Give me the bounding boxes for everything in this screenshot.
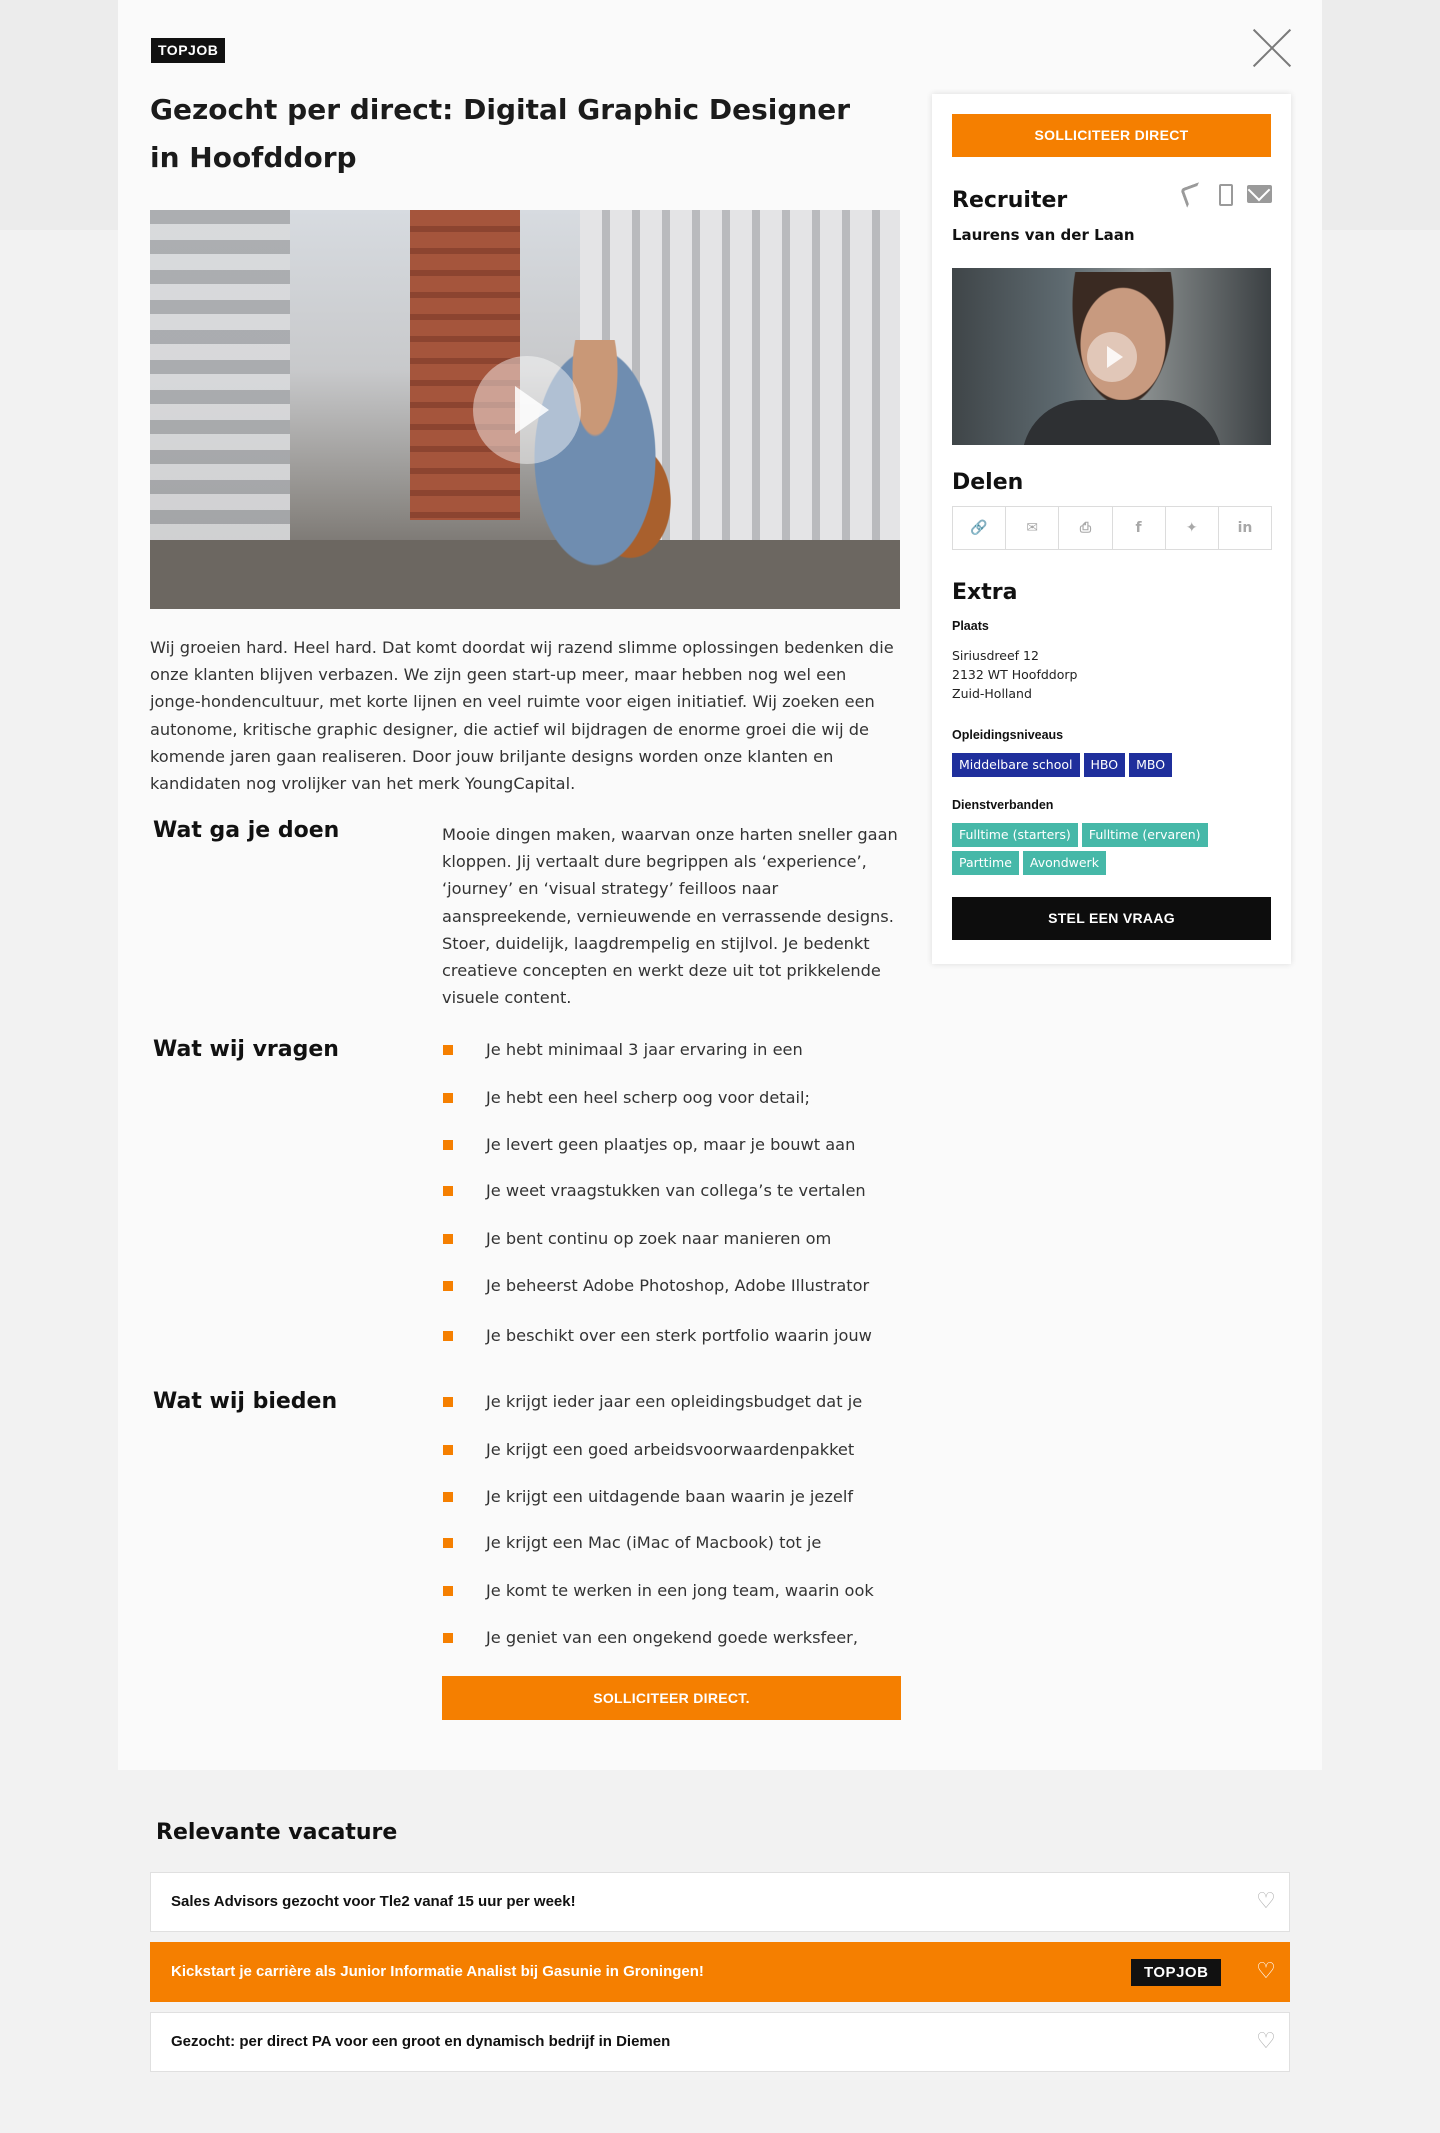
employment-tag: Fulltime (ervaren) [1081, 823, 1208, 847]
list-item: Je bent continu op zoek naar manieren om [442, 1227, 912, 1251]
list-item: Je krijgt een goed arbeidsvoorwaardenpak… [442, 1438, 912, 1462]
link-icon[interactable]: 🔗 [953, 507, 1005, 549]
related-job-item[interactable]: Gezocht: per direct PA voor een groot en… [150, 2012, 1290, 2072]
job-intro: Wij groeien hard. Heel hard. Dat komt do… [150, 638, 894, 794]
list-item: Je beheerst Adobe Photoshop, Adobe Illus… [442, 1274, 912, 1298]
share-buttons: 🔗 ✉ ⎙ f ✦ in [952, 506, 1272, 550]
list-item: Je krijgt een uitdagende baan waarin je … [442, 1485, 912, 1509]
recruiter-video[interactable] [952, 268, 1271, 445]
dienst-tags: Fulltime (starters) Fulltime (ervaren) P… [952, 823, 1272, 875]
mail-icon[interactable]: ✉ [1005, 507, 1058, 549]
related-job-item[interactable]: Sales Advisors gezocht voor Tle2 vanaf 1… [150, 1872, 1290, 1932]
dienst-label: Dienstverbanden [952, 798, 1054, 812]
education-tag: HBO [1083, 753, 1126, 777]
employment-tag: Fulltime (starters) [952, 823, 1078, 847]
heart-icon[interactable]: ♡ [1254, 1960, 1278, 1984]
apply-button-bottom[interactable]: SOLLICITEER DIRECT. [442, 1676, 901, 1720]
list-item: Je weet vraagstukken van collega’s te ve… [442, 1179, 912, 1203]
phone-icon[interactable] [1180, 182, 1202, 206]
list-item: Je geniet van een ongekend goede werksfe… [442, 1626, 912, 1650]
mobile-icon[interactable] [1218, 182, 1233, 206]
education-tag: MBO [1129, 753, 1173, 777]
list-item: Je levert geen plaatjes op, maar je bouw… [442, 1133, 912, 1157]
close-icon[interactable] [1252, 28, 1292, 68]
list-item: Je beschikt over een sterk portfolio waa… [442, 1324, 912, 1348]
benefits-list: Je krijgt ieder jaar een opleidingsbudge… [442, 1390, 912, 1650]
related-job-title: Gezocht: per direct PA voor een groot en… [171, 2033, 671, 2050]
opleiding-label: Opleidingsniveaus [952, 728, 1064, 742]
play-icon[interactable] [1087, 332, 1137, 382]
section-heading-bieden: Wat wij bieden [153, 1389, 338, 1414]
heart-icon[interactable]: ♡ [1254, 2030, 1278, 2054]
facebook-icon[interactable]: f [1111, 507, 1165, 549]
employment-tag: Avondwerk [1022, 851, 1106, 875]
heart-icon[interactable]: ♡ [1254, 1890, 1278, 1914]
job-video[interactable] [150, 210, 900, 609]
mail-icon[interactable] [1247, 182, 1272, 204]
employment-tag: Parttime [952, 851, 1019, 875]
list-item: Je hebt minimaal 3 jaar ervaring in een [442, 1038, 912, 1062]
related-job-title: Kickstart je carrière als Junior Informa… [171, 1963, 704, 1980]
requirements-list: Je hebt minimaal 3 jaar ervaring in een … [442, 1038, 912, 1348]
job-sidebar: SOLLICITEER DIRECT Recruiter Laurens van… [932, 94, 1291, 964]
list-item: Je komt te werken in een jong team, waar… [442, 1579, 912, 1603]
twitter-icon[interactable]: ✦ [1164, 507, 1218, 549]
address-street: Siriusdreef 12 [952, 648, 1039, 663]
list-item: Je krijgt een Mac (iMac of Macbook) tot … [442, 1531, 912, 1555]
address: Siriusdreef 12 2132 WT Hoofddorp Zuid-Ho… [952, 646, 1077, 703]
print-icon[interactable]: ⎙ [1058, 507, 1111, 549]
related-job-item[interactable]: Kickstart je carrière als Junior Informa… [150, 1942, 1290, 2002]
recruiter-heading: Recruiter [952, 188, 1068, 213]
recruiter-name: Laurens van der Laan [952, 226, 1135, 244]
related-jobs: Relevante vacature Sales Advisors gezoch… [0, 1770, 1440, 2133]
opleiding-tags: Middelbare school HBO MBO [952, 753, 1272, 777]
contact-icons [1180, 182, 1272, 208]
list-item: Je hebt een heel scherp oog voor detail; [442, 1086, 912, 1110]
recruiter-shoulders [1022, 400, 1222, 445]
ask-question-button[interactable]: STEL EEN VRAAG [952, 897, 1271, 940]
section-heading-doen: Wat ga je doen [153, 818, 340, 843]
section-text-doen: Mooie dingen maken, waarvan onze harten … [442, 825, 898, 1008]
apply-button-top[interactable]: SOLLICITEER DIRECT [952, 114, 1271, 157]
list-item: Je krijgt ieder jaar een opleidingsbudge… [442, 1390, 912, 1414]
share-heading: Delen [952, 470, 1024, 495]
related-title: Relevante vacature [156, 1820, 398, 1845]
topjob-badge: TOPJOB [1131, 1959, 1222, 1986]
plaats-label: Plaats [952, 619, 989, 633]
related-job-title: Sales Advisors gezocht voor Tle2 vanaf 1… [171, 1893, 576, 1910]
extra-heading: Extra [952, 580, 1018, 605]
play-icon[interactable] [473, 356, 581, 464]
topjob-badge: TOPJOB [151, 38, 226, 63]
education-tag: Middelbare school [952, 753, 1080, 777]
job-title: Gezocht per direct: Digital Graphic Desi… [150, 93, 851, 174]
linkedin-icon[interactable]: in [1217, 507, 1271, 549]
address-city: 2132 WT Hoofddorp [952, 667, 1078, 682]
address-province: Zuid-Holland [952, 686, 1032, 701]
section-heading-vragen: Wat wij vragen [153, 1037, 339, 1062]
